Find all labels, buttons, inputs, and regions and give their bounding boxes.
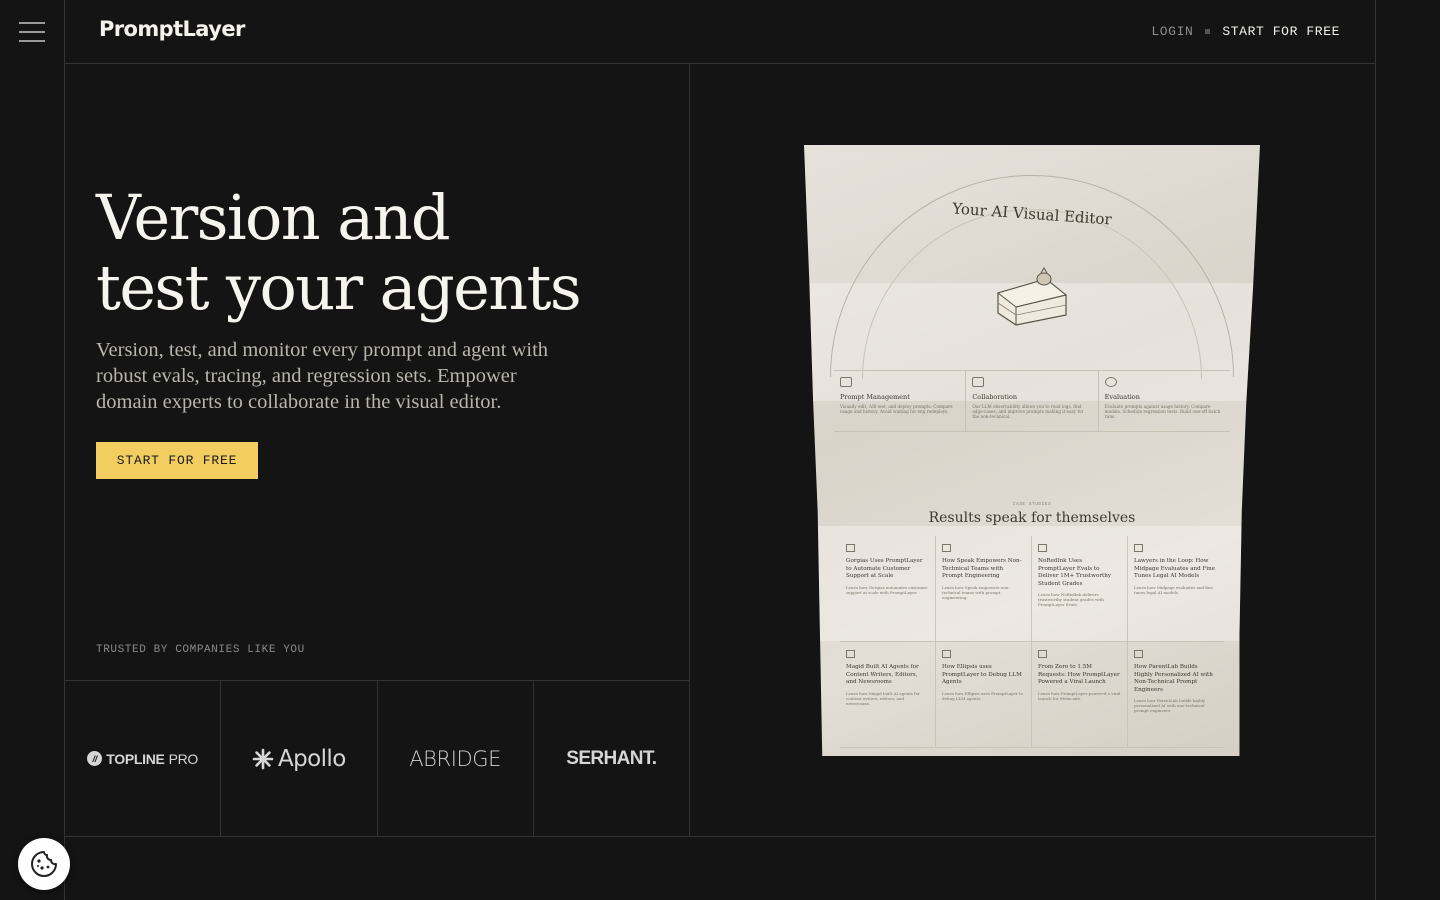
apollo-name: Apollo bbox=[278, 745, 346, 772]
section-bottom-divider bbox=[64, 836, 1376, 837]
logo-apollo: Apollo bbox=[221, 681, 378, 836]
hero-subtitle: Version, test, and monitor every prompt … bbox=[96, 339, 549, 413]
case-study-card: Magid Built AI Agents for Content Writer… bbox=[840, 642, 936, 748]
feature-card: Evaluation Evaluate prompts against usag… bbox=[1099, 371, 1230, 431]
feature-title: Collaboration bbox=[972, 393, 1018, 401]
cake-illustration-icon bbox=[996, 267, 1068, 326]
case-text: Learn how Speak empowers non-technical t… bbox=[942, 584, 1010, 600]
case-text: Learn how NoRedInk delivers trustworthy … bbox=[1038, 592, 1104, 607]
cookie-settings-button[interactable] bbox=[18, 838, 70, 890]
feature-row: Prompt Management Visually edit, A/B tes… bbox=[834, 370, 1230, 432]
feature-title: Prompt Management bbox=[840, 393, 910, 401]
feature-title: Evaluation bbox=[1104, 393, 1140, 401]
hero-title-line-1: Version and bbox=[96, 181, 451, 254]
topline-suffix: PRO bbox=[168, 750, 199, 767]
case-text: Learn how Magid built AI agents for cont… bbox=[846, 690, 920, 706]
case-text: Learn how Midpage evaluates and fine tun… bbox=[1134, 584, 1213, 595]
trusted-label: TRUSTED BY COMPANIES LIKE YOU bbox=[96, 644, 305, 656]
case-study-card: Gorgias Uses PromptLayer to Automate Cus… bbox=[840, 536, 936, 642]
hero-divider bbox=[689, 64, 690, 836]
case-title: How Speak Empowers Non-Technical Teams w… bbox=[942, 558, 1022, 579]
case-text: Learn how Ellipsis uses PromptLayer to d… bbox=[942, 690, 1023, 701]
case-studies-label: CASE STUDIES bbox=[1012, 502, 1052, 507]
midpage-icon bbox=[1134, 544, 1143, 552]
topline-name: TOPLINE bbox=[106, 750, 165, 767]
case-study-card: From Zero to 1.5M Requests: How PromptLa… bbox=[1032, 642, 1128, 748]
case-study-grid: Gorgias Uses PromptLayer to Automate Cus… bbox=[840, 536, 1224, 748]
metacade-icon bbox=[1038, 650, 1047, 658]
logo-abridge: ABRIDGE bbox=[378, 681, 534, 836]
case-title: Gorgias Uses PromptLayer to Automate Cus… bbox=[846, 558, 923, 579]
hero-title-line-2: test your agents bbox=[96, 251, 582, 324]
brand-logo[interactable]: PromptLayer bbox=[99, 17, 245, 41]
header-divider bbox=[64, 63, 1376, 64]
case-study-card: How ParentLab Builds Highly Personalized… bbox=[1128, 642, 1224, 748]
hamburger-menu-icon[interactable] bbox=[19, 21, 45, 43]
case-title: How Ellipsis uses PromptLayer to Debug L… bbox=[942, 664, 1022, 685]
case-study-card: NoRedInk Uses PromptLayer Evals to Deliv… bbox=[1032, 536, 1128, 642]
right-border bbox=[1375, 0, 1376, 900]
topline-badge-icon: // bbox=[87, 751, 103, 766]
case-text: Learn how Gorgias automates customer sup… bbox=[846, 584, 928, 595]
apollo-asterisk-icon bbox=[252, 748, 274, 769]
abridge-name: ABRIDGE bbox=[409, 746, 502, 771]
serhant-name: SERHANT. bbox=[566, 747, 657, 769]
start-for-free-button[interactable]: START FOR FREE bbox=[96, 442, 258, 479]
visual-editor-preview: Your AI Visual Editor Prompt Management … bbox=[804, 145, 1260, 756]
case-study-card: How Ellipsis uses PromptLayer to Debug L… bbox=[936, 642, 1032, 748]
logo-topline-pro: // TOPLINE PRO bbox=[65, 681, 222, 836]
feature-text: Evaluate prompts against usage history. … bbox=[1104, 404, 1221, 419]
feature-text: Our LLM observability allows you to read… bbox=[972, 404, 1084, 419]
case-title: NoRedInk Uses PromptLayer Evals to Deliv… bbox=[1038, 558, 1112, 587]
start-for-free-link[interactable]: START FOR FREE bbox=[1222, 24, 1340, 39]
logo-serhant: SERHANT. bbox=[534, 681, 689, 836]
case-title: How ParentLab Builds Highly Personalized… bbox=[1134, 664, 1213, 693]
case-title: From Zero to 1.5M Requests: How PromptLa… bbox=[1038, 664, 1120, 685]
case-text: Learn how PromptLayer powered a viral la… bbox=[1038, 690, 1121, 701]
noredink-icon bbox=[1038, 544, 1047, 552]
hero-title: Version and test your agents bbox=[96, 181, 582, 324]
parentlab-icon bbox=[1134, 650, 1143, 658]
case-text: Learn how ParentLab builds highly person… bbox=[1134, 698, 1206, 713]
case-title: Magid Built AI Agents for Content Writer… bbox=[846, 664, 919, 685]
top-nav: LOGIN START FOR FREE bbox=[1151, 24, 1340, 39]
case-study-card: Lawyers in the Loop: How Midpage Evaluat… bbox=[1128, 536, 1224, 642]
case-title: Lawyers in the Loop: How Midpage Evaluat… bbox=[1134, 558, 1216, 579]
cookie-icon bbox=[31, 851, 57, 877]
prompt-management-icon bbox=[840, 377, 852, 387]
feature-text: Visually edit, A/B test, and deploy prom… bbox=[840, 404, 953, 414]
case-study-card: How Speak Empowers Non-Technical Teams w… bbox=[936, 536, 1032, 642]
speak-icon bbox=[942, 544, 951, 552]
customer-logos: // TOPLINE PRO Apollo ABRIDGE SERHANT. bbox=[65, 681, 689, 836]
gorgias-icon bbox=[846, 544, 855, 552]
collaboration-icon bbox=[972, 377, 985, 387]
feature-card: Prompt Management Visually edit, A/B tes… bbox=[834, 371, 967, 431]
nav-separator bbox=[1205, 29, 1211, 34]
login-link[interactable]: LOGIN bbox=[1151, 24, 1193, 39]
results-title: Results speak for themselves bbox=[928, 510, 1136, 526]
magid-icon bbox=[846, 650, 855, 658]
feature-card: Collaboration Our LLM observability allo… bbox=[966, 371, 1099, 431]
ellipsis-icon bbox=[942, 650, 951, 658]
evaluation-icon bbox=[1104, 377, 1117, 387]
